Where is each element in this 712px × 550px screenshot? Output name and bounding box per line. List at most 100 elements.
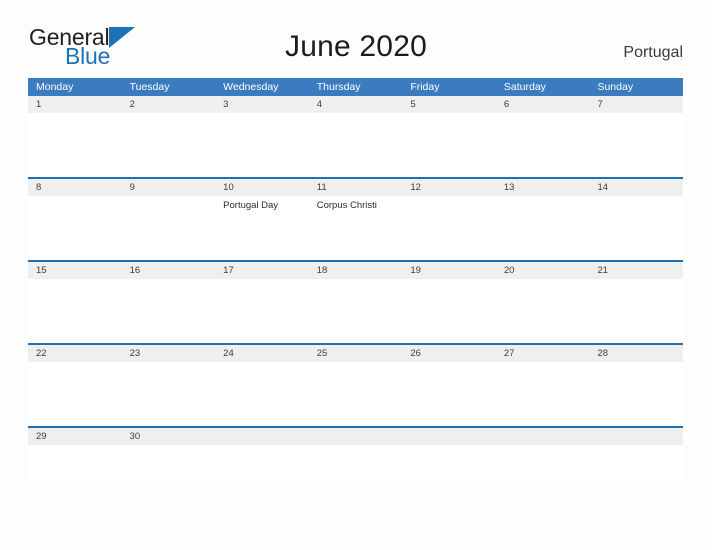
weekday-friday: Friday [410,81,440,93]
country-label: Portugal [623,44,683,61]
day-cell[interactable] [496,113,590,177]
calendar-week-row: 8 9 10 11 12 13 14 Portugal Day Corpus C… [28,177,683,260]
date-number[interactable]: 3 [215,96,309,113]
day-cell[interactable] [589,196,683,260]
page-header: General Blue June 2020 Portugal [0,0,712,68]
date-number[interactable]: 27 [496,345,590,362]
week-event-strip [28,362,683,426]
date-number[interactable]: 9 [122,179,216,196]
date-number[interactable]: 4 [309,96,403,113]
day-cell[interactable] [589,362,683,426]
day-cell[interactable] [28,445,122,485]
date-number[interactable]: 22 [28,345,122,362]
date-number[interactable]: 15 [28,262,122,279]
date-number[interactable]: 20 [496,262,590,279]
day-cell[interactable] [122,362,216,426]
date-number[interactable]: 12 [402,179,496,196]
calendar-week-row: 15 16 17 18 19 20 21 [28,260,683,343]
date-number[interactable]: 6 [496,96,590,113]
day-cell[interactable] [215,279,309,343]
day-cell[interactable] [589,113,683,177]
day-cell[interactable] [122,196,216,260]
date-number[interactable]: 29 [28,428,122,445]
date-number[interactable]: 19 [402,262,496,279]
day-cell [589,445,683,485]
week-event-strip [28,445,683,485]
date-number[interactable]: 7 [589,96,683,113]
date-number[interactable]: 26 [402,345,496,362]
calendar-week-row: 1 2 3 4 5 6 7 [28,96,683,177]
date-number[interactable]: 5 [402,96,496,113]
calendar-week-row: 22 23 24 25 26 27 28 [28,343,683,426]
week-date-strip: 8 9 10 11 12 13 14 [28,177,683,196]
day-cell[interactable] [215,362,309,426]
day-cell[interactable] [309,113,403,177]
date-number[interactable]: 28 [589,345,683,362]
event-label: Portugal Day [223,200,279,211]
day-cell[interactable] [28,113,122,177]
week-event-strip: Portugal Day Corpus Christi [28,196,683,260]
day-cell[interactable] [496,362,590,426]
day-cell[interactable] [122,279,216,343]
date-number [402,428,496,445]
date-number[interactable]: 1 [28,96,122,113]
date-number [589,428,683,445]
date-number[interactable]: 23 [122,345,216,362]
week-date-strip: 22 23 24 25 26 27 28 [28,343,683,362]
weekday-thursday: Thursday [316,81,361,93]
weekday-tuesday: Tuesday [129,81,170,93]
day-cell[interactable] [28,196,122,260]
date-number[interactable]: 10 [215,179,309,196]
date-number[interactable]: 24 [215,345,309,362]
week-date-strip: 29 30 [28,426,683,445]
weekday-saturday: Saturday [503,81,546,93]
weekday-sunday: Sunday [597,81,634,93]
day-cell [215,445,309,485]
day-cell[interactable] [496,279,590,343]
calendar-grid: Monday Tuesday Wednesday Thursday Friday… [28,78,683,485]
date-number[interactable]: 14 [589,179,683,196]
date-number [496,428,590,445]
event-label: Corpus Christi [316,200,377,211]
date-number[interactable]: 17 [215,262,309,279]
weekday-wednesday: Wednesday [223,81,279,93]
week-event-strip [28,113,683,177]
calendar-week-row: 29 30 [28,426,683,485]
day-cell[interactable] [309,362,403,426]
weekday-monday: Monday [36,81,74,93]
date-number[interactable]: 13 [496,179,590,196]
date-number[interactable]: 11 [309,179,403,196]
day-cell[interactable] [402,362,496,426]
page-title: June 2020 [285,30,427,63]
day-cell[interactable] [402,196,496,260]
date-number[interactable]: 8 [28,179,122,196]
day-cell[interactable] [122,113,216,177]
week-date-strip: 1 2 3 4 5 6 7 [28,96,683,113]
day-cell[interactable] [309,279,403,343]
day-cell[interactable] [28,362,122,426]
calendar-page: General Blue June 2020 Portugal Monday T… [0,0,712,550]
date-number[interactable]: 18 [309,262,403,279]
day-cell[interactable] [28,279,122,343]
day-cell[interactable] [215,113,309,177]
date-number [309,428,403,445]
day-cell[interactable]: Corpus Christi [309,196,403,260]
day-cell[interactable] [496,196,590,260]
day-cell [496,445,590,485]
day-cell[interactable]: Portugal Day [215,196,309,260]
date-number[interactable]: 30 [122,428,216,445]
week-date-strip: 15 16 17 18 19 20 21 [28,260,683,279]
week-event-strip [28,279,683,343]
weekday-header-row: Monday Tuesday Wednesday Thursday Friday… [28,78,683,96]
day-cell[interactable] [589,279,683,343]
day-cell[interactable] [402,279,496,343]
date-number[interactable]: 21 [589,262,683,279]
day-cell [309,445,403,485]
day-cell[interactable] [402,113,496,177]
day-cell [402,445,496,485]
date-number [215,428,309,445]
date-number[interactable]: 16 [122,262,216,279]
date-number[interactable]: 2 [122,96,216,113]
date-number[interactable]: 25 [309,345,403,362]
day-cell[interactable] [122,445,216,485]
